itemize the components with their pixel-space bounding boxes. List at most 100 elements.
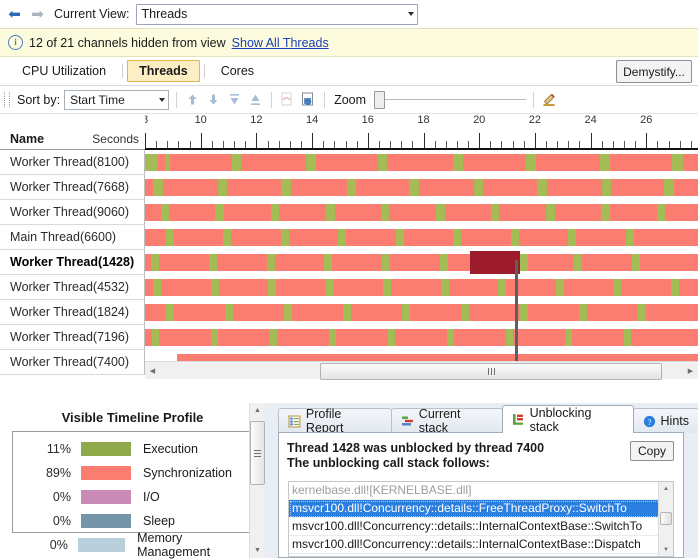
timeline-segment-sync[interactable] [276, 279, 326, 296]
timeline-segment-sync[interactable] [170, 154, 232, 171]
timeline-segment-sync[interactable] [292, 304, 343, 321]
timeline-horizontal-scrollbar[interactable]: ◀ ▶ [145, 361, 698, 380]
thread-track-row[interactable]: Worker Thread(7668) [0, 175, 698, 200]
timeline-segment-sync[interactable] [390, 254, 440, 271]
timeline-segment-sync[interactable] [389, 204, 436, 221]
timeline-segment-sync[interactable] [513, 329, 565, 346]
timeline-segment-exec[interactable] [436, 204, 445, 221]
timeline-segment-sync[interactable] [145, 204, 161, 221]
timeline-segment-exec[interactable] [347, 179, 356, 196]
timeline-segment-sync[interactable] [145, 179, 153, 196]
profile-vertical-scrollbar[interactable]: ▲ ▼ [249, 403, 265, 558]
tab-current-stack[interactable]: Current stack [390, 407, 503, 435]
timeline-segment-exec[interactable] [671, 279, 679, 296]
timeline-segment-exec[interactable] [537, 179, 547, 196]
timeline-segment-exec[interactable] [447, 329, 454, 346]
tab-cpu-utilization[interactable]: CPU Utilization [10, 60, 118, 82]
thread-name-cell[interactable]: Worker Thread(7400) [0, 350, 145, 375]
thread-timeline-lane[interactable] [145, 325, 698, 350]
timeline-segment-sync[interactable] [279, 204, 326, 221]
thread-name-cell[interactable]: Worker Thread(1428) [0, 250, 145, 275]
thread-track-row[interactable]: Worker Thread(9060) [0, 200, 698, 225]
timeline-segment-exec[interactable] [664, 179, 674, 196]
thread-track-row[interactable]: Worker Thread(1824) [0, 300, 698, 325]
timeline-segment-sync[interactable] [679, 279, 698, 296]
timeline-segment-exec[interactable] [383, 279, 391, 296]
timeline-segment-exec[interactable] [232, 154, 241, 171]
timeline-segment-exec[interactable] [152, 329, 159, 346]
save-report-icon[interactable] [300, 91, 317, 108]
timeline-segment-exec[interactable] [613, 279, 621, 296]
timeline-segment-exec[interactable] [520, 254, 528, 271]
timeline-segment-sync[interactable] [218, 329, 270, 346]
move-to-top-icon[interactable] [226, 91, 243, 108]
timeline-segment-exec[interactable] [267, 254, 275, 271]
call-stack-row[interactable]: msvcr100.dll!Concurrency::details::Inter… [289, 536, 673, 554]
timeline-segment-exec[interactable] [657, 204, 665, 221]
timeline-segment-exec[interactable] [151, 254, 159, 271]
timeline-segment-exec[interactable] [556, 279, 564, 296]
timeline-segment-sync[interactable] [621, 279, 671, 296]
timeline-segment-sync[interactable] [483, 179, 537, 196]
pencil-marker-icon[interactable] [541, 91, 558, 108]
timeline-segment-sync[interactable] [547, 179, 602, 196]
timeline-segment-sync[interactable] [275, 254, 324, 271]
timeline-segment-exec[interactable] [153, 279, 161, 296]
timeline-segment-sync[interactable] [346, 229, 396, 246]
timeline-segment-sync[interactable] [277, 329, 329, 346]
timeline-segment-exec[interactable] [632, 254, 640, 271]
move-up-icon[interactable] [184, 91, 201, 108]
timeline-segment-sync[interactable] [336, 329, 388, 346]
timeline-segment-exec[interactable] [161, 204, 169, 221]
selected-timeline-block[interactable] [470, 251, 520, 274]
timeline-segment-exec[interactable] [626, 229, 634, 246]
timeline-segment-exec[interactable] [329, 329, 336, 346]
timeline-segment-exec[interactable] [396, 229, 404, 246]
timeline-segment-sync[interactable] [572, 329, 624, 346]
timeline-segment-sync[interactable] [640, 254, 698, 271]
timeline-segment-exec[interactable] [281, 179, 291, 196]
timeline-segment-sync[interactable] [528, 254, 574, 271]
timeline-segment-exec[interactable] [326, 279, 334, 296]
thread-name-cell[interactable]: Worker Thread(7668) [0, 175, 145, 200]
timeline-segment-exec[interactable] [326, 204, 335, 221]
arrow-right-icon[interactable]: ➡ [29, 7, 46, 22]
timeline-segment-exec[interactable] [409, 179, 419, 196]
timeline-segment-exec[interactable] [602, 179, 611, 196]
scrollbar-thumb[interactable] [320, 363, 662, 380]
timeline-segment-exec[interactable] [491, 204, 499, 221]
timeline-segment-sync[interactable] [454, 329, 506, 346]
timeline-segment-sync[interactable] [665, 204, 698, 221]
timeline-segment-sync[interactable] [169, 204, 215, 221]
thread-name-cell[interactable]: Worker Thread(7196) [0, 325, 145, 350]
timeline-segment-exec[interactable] [461, 304, 469, 321]
scroll-up-icon[interactable]: ▲ [659, 482, 673, 495]
timeline-segment-exec[interactable] [382, 254, 390, 271]
timeline-segment-exec[interactable] [381, 204, 389, 221]
timeline-segment-sync[interactable] [419, 179, 474, 196]
timeline-segment-exec[interactable] [672, 154, 683, 171]
sort-by-select[interactable]: Start Time [64, 89, 170, 110]
timeline-segment-sync[interactable] [145, 279, 153, 296]
timeline-segment-sync[interactable] [587, 304, 638, 321]
timeline-segment-sync[interactable] [241, 154, 306, 171]
timeline-segment-sync[interactable] [163, 179, 218, 196]
timeline-segment-exec[interactable] [440, 254, 448, 271]
timeline-segment-sync[interactable] [646, 304, 698, 321]
timeline-segment-exec[interactable] [526, 154, 536, 171]
scroll-right-icon[interactable]: ▶ [683, 363, 698, 378]
timeline-segment-sync[interactable] [145, 229, 166, 246]
timeline-segment-sync[interactable] [174, 229, 223, 246]
timeline-segment-exec[interactable] [474, 179, 483, 196]
timeline-segment-exec[interactable] [166, 304, 174, 321]
zoom-slider[interactable] [374, 90, 527, 109]
call-stack-row[interactable]: msvcr100.dll!Concurrency::details::FreeT… [289, 500, 673, 518]
thread-track-row[interactable]: Main Thread(6600) [0, 225, 698, 250]
timeline-segment-exec[interactable] [218, 179, 227, 196]
timeline-segment-exec[interactable] [153, 179, 163, 196]
timeline-segment-sync[interactable] [564, 279, 613, 296]
thread-timeline-lane[interactable] [145, 275, 698, 300]
timeline-segment-sync[interactable] [334, 279, 383, 296]
timeline-segment-sync[interactable] [519, 229, 568, 246]
timeline-segment-sync[interactable] [158, 154, 165, 171]
